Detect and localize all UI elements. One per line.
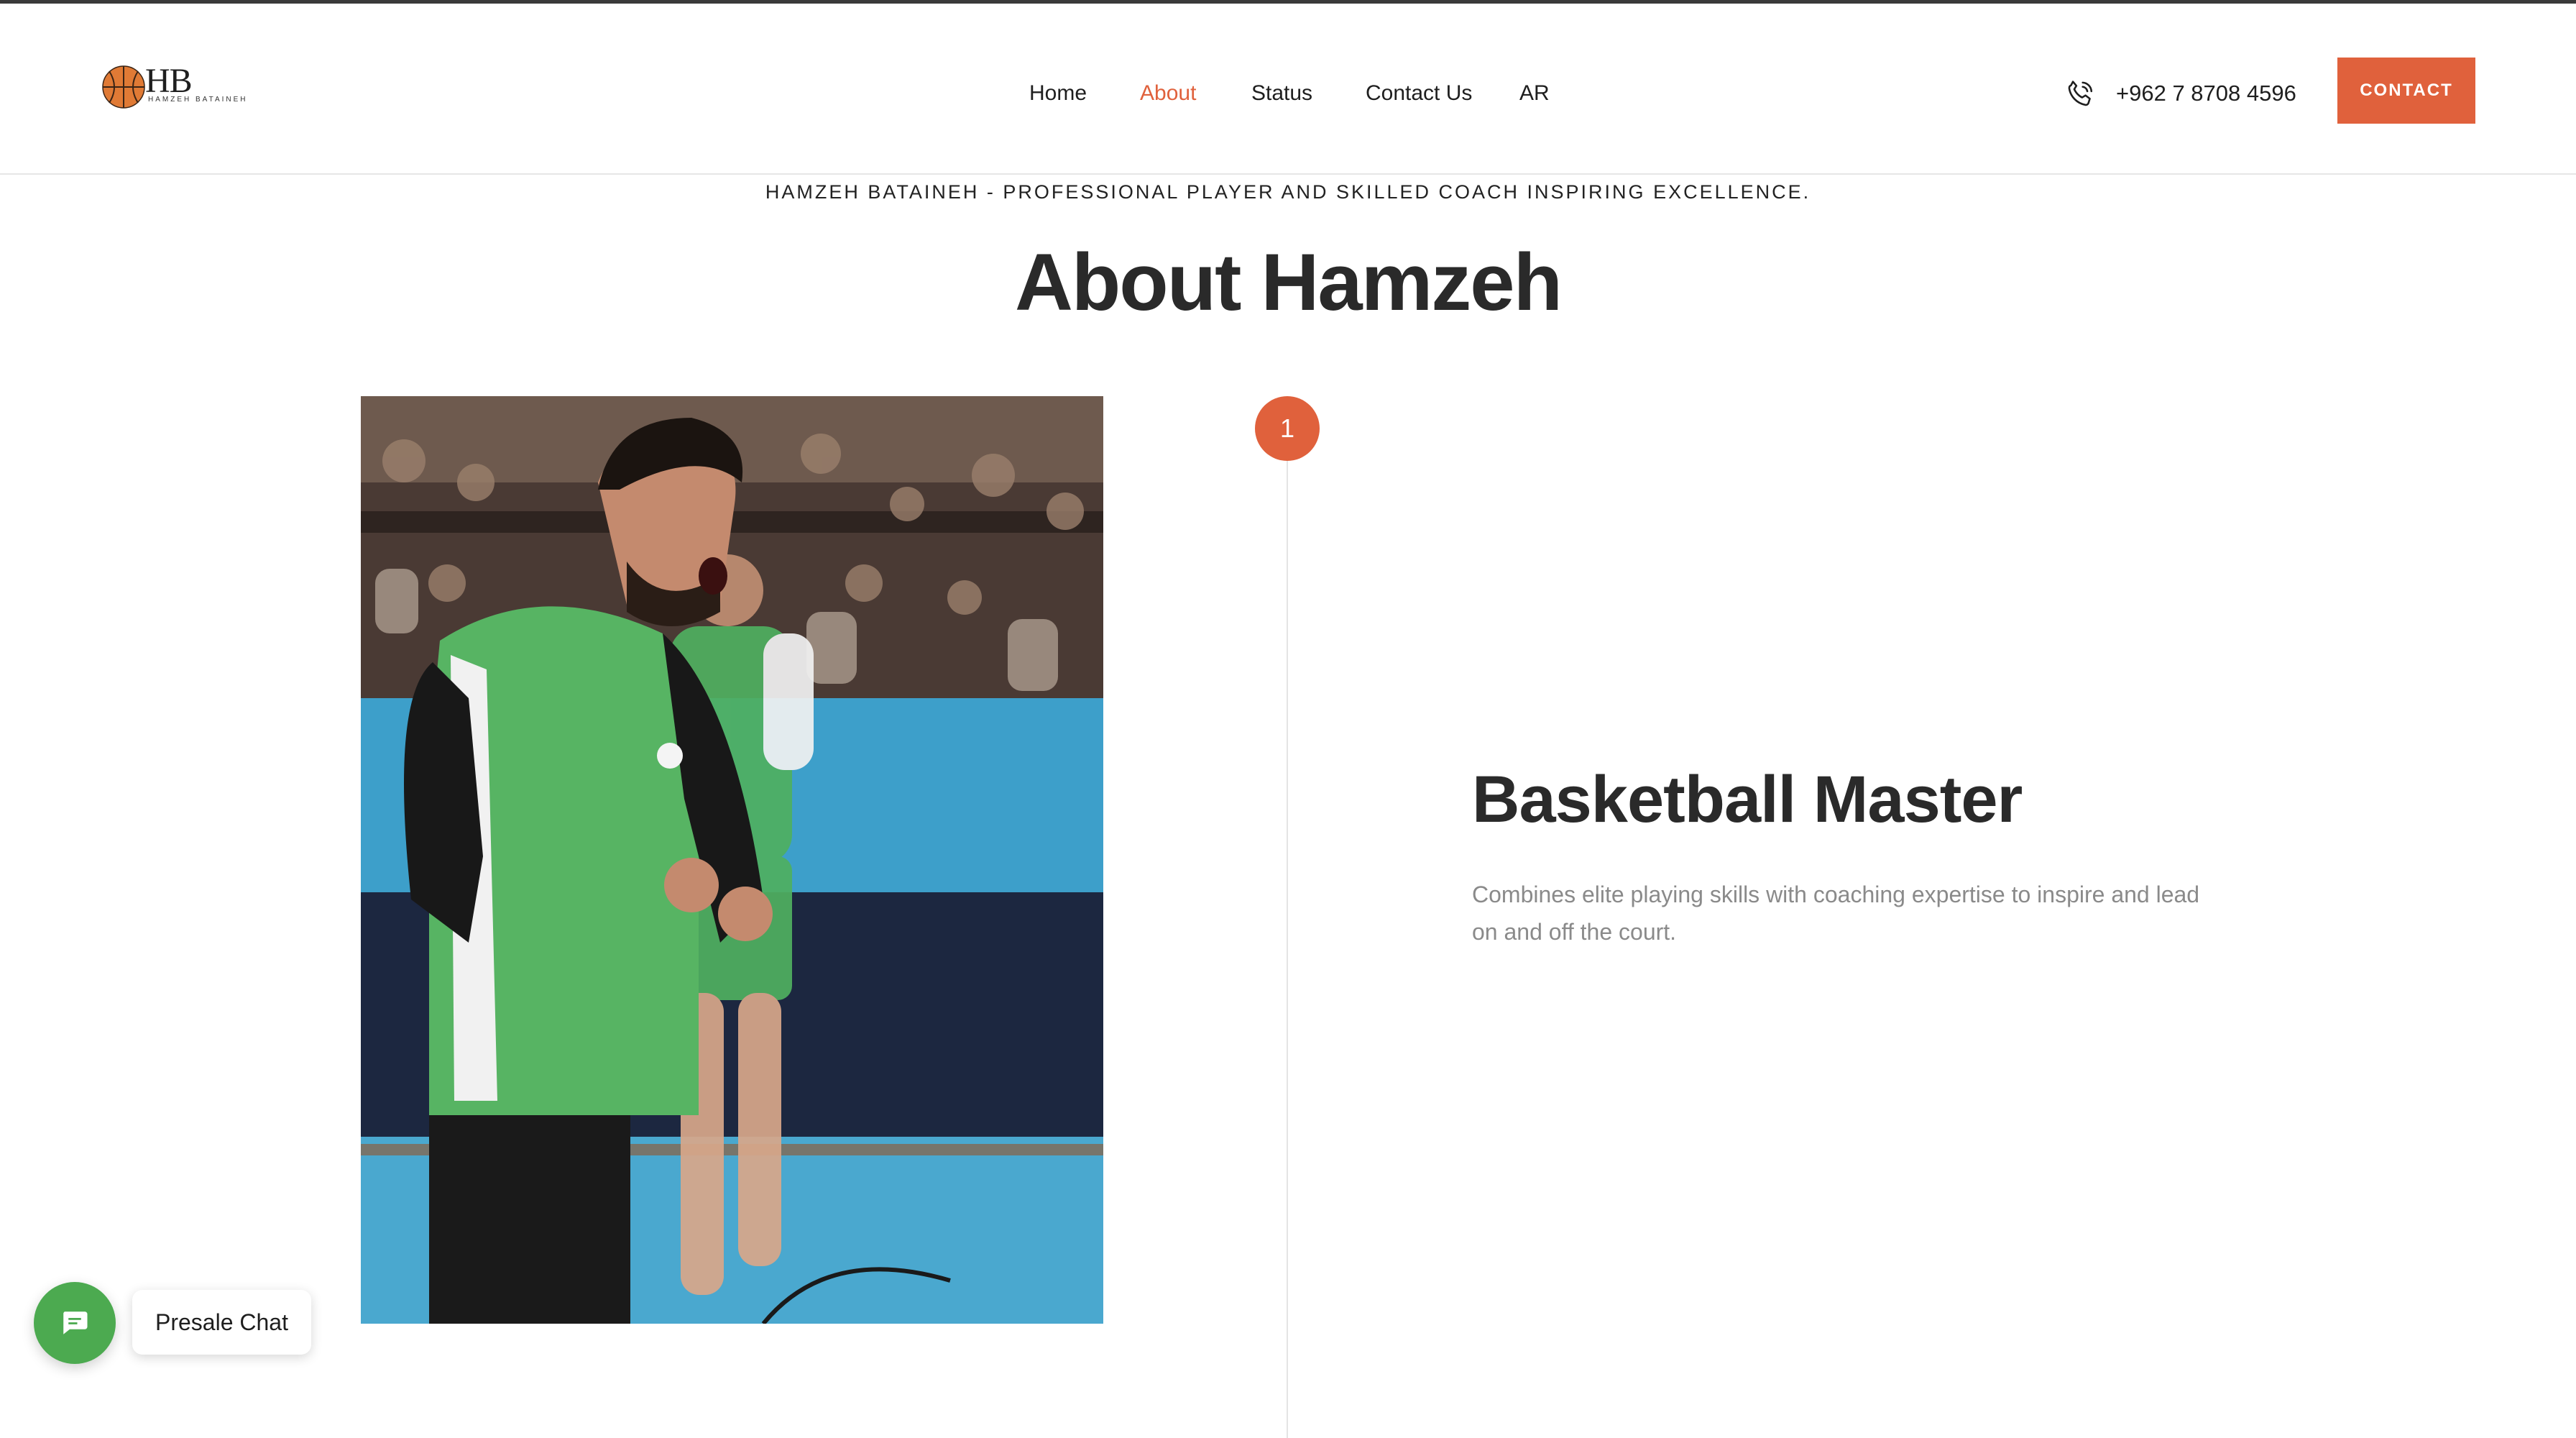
nav-item-language-ar[interactable]: AR: [1519, 75, 1550, 111]
feature-description: Combines elite playing skills with coach…: [1472, 881, 2200, 945]
page: HB HAMZEH BATAINEH Home About Status Con…: [0, 0, 2576, 1438]
contact-button[interactable]: CONTACT: [2337, 58, 2475, 124]
nav-item-status[interactable]: Status: [1251, 75, 1312, 111]
presale-chat-label[interactable]: Presale Chat: [132, 1290, 311, 1355]
nav-item-home[interactable]: Home: [1029, 75, 1087, 111]
chat-button[interactable]: [34, 1282, 116, 1364]
page-title: About Hamzeh: [1015, 237, 1563, 327]
chat-bubble-icon: [63, 1311, 88, 1334]
phone-icon: [2068, 81, 2093, 106]
nav-item-about[interactable]: About: [1140, 75, 1196, 111]
feature-title: Basketball Master: [1472, 763, 2023, 836]
phone-number: +962 7 8708 4596: [2116, 81, 2296, 106]
section-tagline: HAMZEH BATAINEH - PROFESSIONAL PLAYER AN…: [765, 181, 1811, 203]
step-number-badge: 1: [1255, 396, 1320, 461]
timeline-line: [1287, 431, 1288, 1438]
phone-link[interactable]: +962 7 8708 4596: [2064, 74, 2309, 113]
site-header: HB HAMZEH BATAINEH Home About Status Con…: [0, 4, 2576, 175]
player-photo: [361, 396, 1103, 1324]
nav-item-contact-us[interactable]: Contact Us: [1366, 75, 1472, 111]
